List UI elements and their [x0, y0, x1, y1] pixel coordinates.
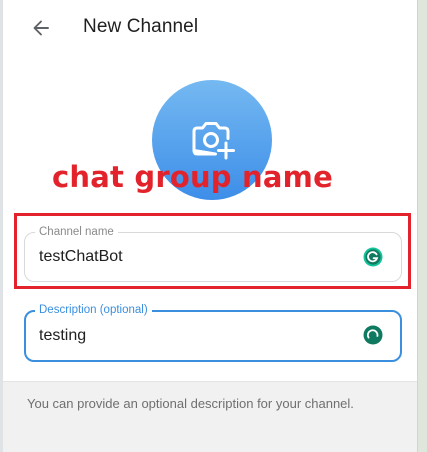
- description-hint-section: You can provide an optional description …: [3, 381, 417, 452]
- description-field[interactable]: Description (optional) testing: [24, 303, 402, 362]
- grammarly-icon[interactable]: [363, 247, 383, 267]
- page-title: New Channel: [83, 16, 199, 37]
- description-input[interactable]: testing: [39, 312, 339, 360]
- description-hint: You can provide an optional description …: [27, 396, 354, 411]
- arrow-left-icon: [33, 20, 49, 36]
- right-window-edge: [418, 0, 427, 452]
- header: New Channel: [3, 0, 417, 56]
- annotation-label: chat group name: [52, 160, 333, 194]
- camera-add-icon: [192, 122, 235, 160]
- channel-name-input[interactable]: testChatBot: [39, 233, 339, 281]
- channel-name-field[interactable]: Channel name testChatBot: [24, 225, 402, 282]
- back-button[interactable]: [25, 12, 57, 44]
- grammarly-icon[interactable]: [363, 325, 383, 345]
